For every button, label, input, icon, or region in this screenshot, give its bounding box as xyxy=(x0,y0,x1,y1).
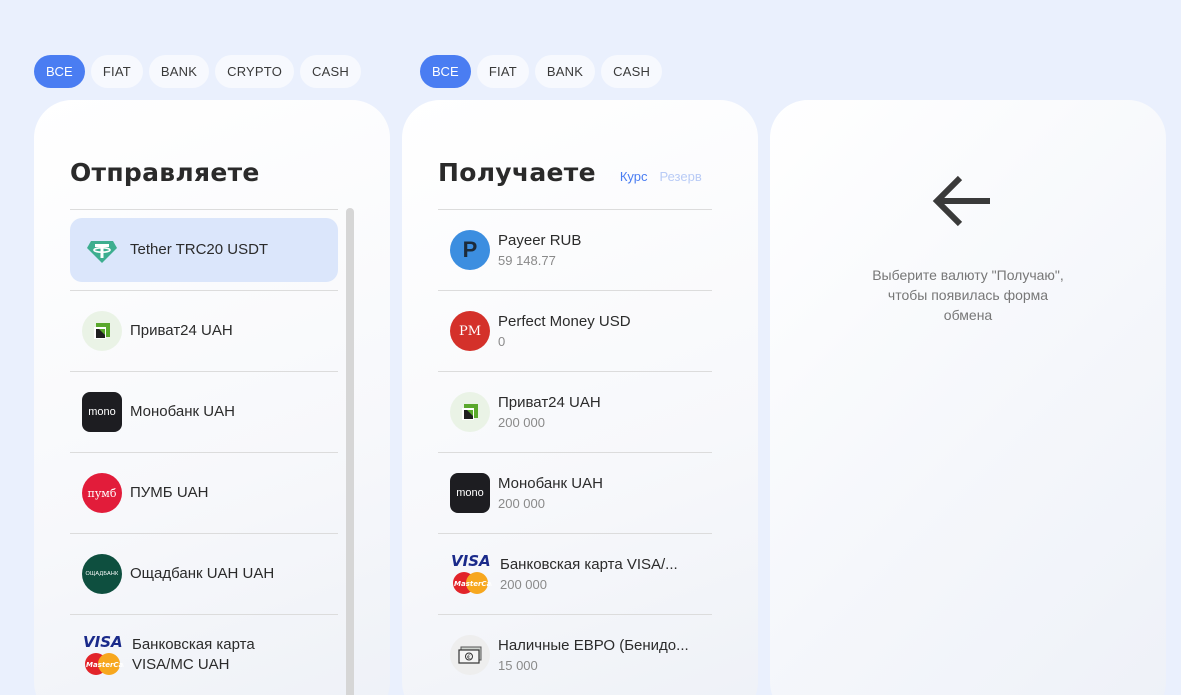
svg-text:€: € xyxy=(467,654,471,661)
recv-filter-cash[interactable]: CASH xyxy=(601,55,663,88)
recv-item-payeer[interactable]: P Payeer RUB 59 148.77 xyxy=(438,210,712,291)
recv-sort-options: Курс Резерв xyxy=(620,169,702,184)
recv-item-label: Приват24 UAH xyxy=(498,393,601,411)
svg-text:VISA: VISA xyxy=(83,633,123,651)
send-item-label: ПУМБ UAH xyxy=(130,484,209,501)
recv-item-reserve: 0 xyxy=(498,333,506,349)
privat24-icon xyxy=(450,392,490,432)
sort-by-rate[interactable]: Курс xyxy=(620,169,648,184)
svg-text:MasterCard: MasterCard xyxy=(86,661,124,669)
oschadbank-icon: ОЩАДБАНК xyxy=(82,554,122,594)
send-item-label: Монобанк UAH xyxy=(130,403,235,420)
send-item-label: Банковская карта VISA/MC UAH xyxy=(132,636,255,673)
recv-item-monobank[interactable]: mono Монобанк UAH 200 000 xyxy=(438,453,712,534)
recv-item-label: Монобанк UAH xyxy=(498,474,603,492)
recv-item-perfect-money[interactable]: PM Perfect Money USD 0 xyxy=(438,291,712,372)
monobank-icon: mono xyxy=(82,392,122,432)
send-panel-header: Отправляете xyxy=(70,158,354,187)
recv-item-visa-mc[interactable]: VISA MasterCard Банковская карта VISA/..… xyxy=(438,534,712,615)
send-filter-crypto[interactable]: CRYPTO xyxy=(215,55,295,88)
send-filter-all[interactable]: ВСЕ xyxy=(34,55,85,88)
send-filter-bar: ВСЕ FIAT BANK CRYPTO CASH xyxy=(34,55,361,88)
svg-text:VISA: VISA xyxy=(451,552,491,570)
recv-item-cash-euro[interactable]: € Наличные ЕВРО (Бенидо... 15 000 xyxy=(438,615,712,695)
recv-filter-all[interactable]: ВСЕ xyxy=(420,55,471,88)
send-item-oschadbank[interactable]: ОЩАДБАНК Ощадбанк UAH UAH xyxy=(70,534,338,615)
recv-panel-header: Получаете Курс Резерв xyxy=(438,158,722,187)
recv-item-reserve: 200 000 xyxy=(500,576,547,592)
send-item-label: Приват24 UAH xyxy=(130,322,233,339)
recv-item-reserve: 15 000 xyxy=(498,657,538,673)
send-item-label: Tether TRC20 USDT xyxy=(130,241,269,258)
cash-euro-icon: € xyxy=(450,635,490,675)
exchange-form-panel: Выберите валюту "Получаю", чтобы появила… xyxy=(770,100,1166,695)
arrow-left-icon xyxy=(930,170,996,237)
select-currency-hint: Выберите валюту "Получаю", чтобы появила… xyxy=(770,265,1166,325)
send-panel: Отправляете Tether TRC20 USDT Приват24 U… xyxy=(34,100,390,695)
recv-currency-list: P Payeer RUB 59 148.77 PM Perfect Money … xyxy=(438,209,712,695)
privat24-icon xyxy=(82,311,122,351)
send-item-monobank[interactable]: mono Монобанк UAH xyxy=(70,372,338,453)
send-filter-cash[interactable]: CASH xyxy=(300,55,361,88)
sort-by-reserve[interactable]: Резерв xyxy=(660,169,702,184)
send-filter-fiat[interactable]: FIAT xyxy=(90,55,143,88)
payeer-icon: P xyxy=(450,230,490,270)
monobank-icon: mono xyxy=(450,473,490,513)
send-filter-bank[interactable]: BANK xyxy=(148,55,210,88)
recv-item-label: Наличные ЕВРО (Бенидо... xyxy=(498,636,689,654)
recv-item-reserve: 200 000 xyxy=(498,414,545,430)
recv-panel-title: Получаете xyxy=(438,158,596,187)
visa-mastercard-icon: VISA MasterCard xyxy=(82,633,124,677)
send-currency-list: Tether TRC20 USDT Приват24 UAH mono Моно… xyxy=(70,209,338,695)
send-item-pumb[interactable]: пумб ПУМБ UAH xyxy=(70,453,338,534)
recv-item-reserve: 200 000 xyxy=(498,495,545,511)
tether-icon xyxy=(82,230,122,270)
send-list-scrollbar[interactable] xyxy=(346,208,354,695)
recv-item-label: Payeer RUB xyxy=(498,231,582,249)
svg-text:MasterCard: MasterCard xyxy=(454,580,492,588)
recv-item-label: Банковская карта VISA/... xyxy=(500,555,678,573)
send-item-visa-mc[interactable]: VISA MasterCard Банковская карта VISA/MC… xyxy=(70,615,338,695)
send-item-tether[interactable]: Tether TRC20 USDT xyxy=(70,210,338,291)
send-item-label: Ощадбанк UAH UAH xyxy=(130,565,275,582)
recv-item-reserve: 59 148.77 xyxy=(498,252,556,268)
send-item-privat24[interactable]: Приват24 UAH xyxy=(70,291,338,372)
pumb-icon: пумб xyxy=(82,473,122,513)
recv-item-privat24[interactable]: Приват24 UAH 200 000 xyxy=(438,372,712,453)
recv-item-label: Perfect Money USD xyxy=(498,312,631,330)
hint-text: Выберите валюту "Получаю", чтобы появила… xyxy=(872,267,1064,323)
recv-filter-fiat[interactable]: FIAT xyxy=(476,55,529,88)
recv-panel: Получаете Курс Резерв P Payeer RUB 59 14… xyxy=(402,100,758,695)
recv-filter-bar: ВСЕ FIAT BANK CASH xyxy=(420,55,663,88)
perfect-money-icon: PM xyxy=(450,311,490,351)
send-panel-title: Отправляете xyxy=(70,158,260,187)
recv-filter-bank[interactable]: BANK xyxy=(534,55,596,88)
visa-mastercard-icon: VISA MasterCard xyxy=(450,552,492,596)
